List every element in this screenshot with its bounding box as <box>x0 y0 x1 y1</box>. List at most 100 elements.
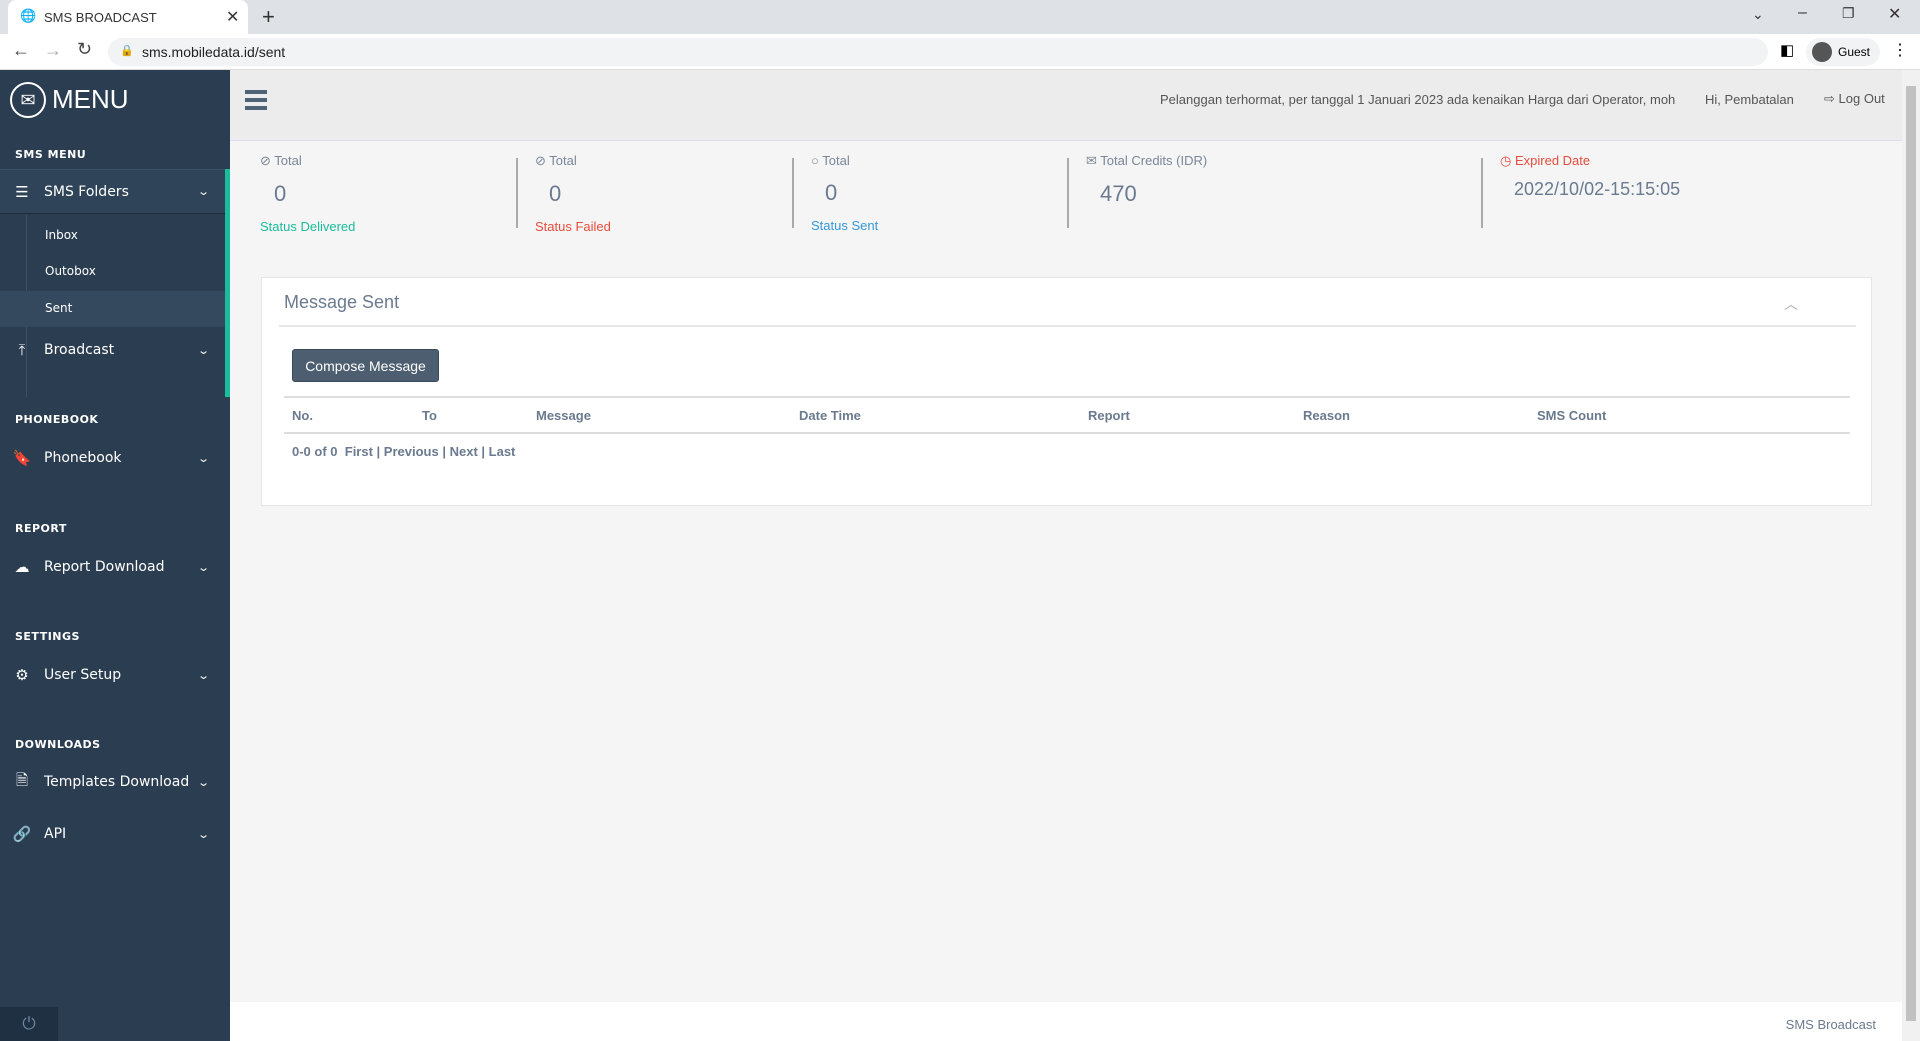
sidebar-item-templates-download[interactable]: 🗎 Templates Download ⌄ <box>0 762 230 802</box>
browser-tab[interactable]: 🌐 SMS BROADCAST ✕ <box>8 0 248 34</box>
footer: SMS Broadcast <box>230 1002 1902 1041</box>
section-downloads: DOWNLOADS <box>15 738 101 751</box>
submenu-inbox[interactable]: Inbox <box>45 228 78 242</box>
section-settings: SETTINGS <box>15 630 80 643</box>
stat-delivered: ⊘ Total 0 Status Delivered <box>260 153 355 234</box>
label: Phonebook <box>44 450 122 466</box>
envelope-icon: ✉ <box>1086 153 1097 168</box>
logout-link[interactable]: ⇨ Log Out <box>1824 91 1885 107</box>
stat-label: Total <box>549 153 577 168</box>
messages-table: No. To Message Date Time Report Reason S… <box>284 396 1850 434</box>
gears-icon: ⚙ <box>15 666 29 684</box>
user-greeting[interactable]: Hi, Pembatalan <box>1705 92 1794 107</box>
tab-search-icon[interactable]: ⌄ <box>1752 6 1764 23</box>
pagination-range: 0-0 of 0 <box>292 444 338 459</box>
sidebar-item-phonebook[interactable]: 🔖 Phonebook ⌄ <box>0 438 230 478</box>
tab-title: SMS BROADCAST <box>44 10 157 25</box>
label: Broadcast <box>44 342 115 358</box>
label: User Setup <box>44 667 122 683</box>
col-date-time[interactable]: Date Time <box>799 397 1088 433</box>
col-to[interactable]: To <box>422 397 536 433</box>
chevron-down-icon: ⌄ <box>196 827 210 841</box>
stat-value: 0 <box>825 180 838 205</box>
side-panel-icon[interactable]: ◧ <box>1780 41 1794 59</box>
envelope-icon: ✉ <box>10 82 46 118</box>
close-tab-icon[interactable]: ✕ <box>226 7 239 27</box>
scrollbar-thumb[interactable] <box>1906 86 1916 1021</box>
profile-name: Guest <box>1838 45 1871 59</box>
compose-message-button[interactable]: Compose Message <box>292 349 439 382</box>
sidebar-item-broadcast[interactable]: ⤒ Broadcast ⌄ <box>0 330 230 370</box>
circle-icon: ○ <box>811 153 819 168</box>
divider <box>792 158 794 228</box>
last-page-link[interactable]: Last <box>489 444 516 459</box>
col-reason[interactable]: Reason <box>1303 397 1537 433</box>
col-sms-count[interactable]: SMS Count <box>1537 397 1850 433</box>
chevron-down-icon: ⌄ <box>196 775 210 789</box>
col-message[interactable]: Message <box>536 397 799 433</box>
stat-label: Expired Date <box>1514 153 1591 168</box>
close-window-button[interactable]: ✕ <box>1888 4 1901 24</box>
forward-icon[interactable]: → <box>44 40 62 61</box>
sidebar-item-sms-folders[interactable]: ☰ SMS Folders ⌄ <box>0 169 230 214</box>
power-button[interactable]: ⏻ <box>0 1007 58 1041</box>
address-bar-row: ← → ↻ 🔒 sms.mobiledata.id/sent ◧ Guest ⋮ <box>0 34 1920 70</box>
label: API <box>44 826 67 842</box>
browser-menu-icon[interactable]: ⋮ <box>1892 40 1908 60</box>
col-report[interactable]: Report <box>1088 397 1303 433</box>
col-no[interactable]: No. <box>284 397 422 433</box>
divider <box>279 325 1856 327</box>
top-navbar: Pelanggan terhormat, per tanggal 1 Janua… <box>230 70 1902 141</box>
next-page-link[interactable]: Next <box>450 444 478 459</box>
reload-icon[interactable]: ↻ <box>77 39 92 60</box>
footer-text: SMS Broadcast <box>1785 1017 1876 1032</box>
profile-button[interactable]: Guest <box>1806 38 1880 66</box>
pagination: 0-0 of 0 First | Previous | Next | Last <box>292 444 516 459</box>
stat-sent: ○ Total 0 Status Sent <box>811 153 878 233</box>
label: Report Download <box>44 559 165 575</box>
logout-label: Log Out <box>1838 91 1885 106</box>
stat-value: 0 <box>274 181 287 206</box>
previous-page-link[interactable]: Previous <box>384 444 439 459</box>
lock-icon: 🔒 <box>120 45 134 57</box>
hamburger-menu-button[interactable] <box>245 90 267 110</box>
url-field[interactable]: 🔒 sms.mobiledata.id/sent <box>108 38 1768 66</box>
first-page-link[interactable]: First <box>345 444 373 459</box>
section-report: REPORT <box>15 522 67 535</box>
stat-value: 2022/10/02-15:15:05 <box>1514 179 1681 199</box>
message-sent-panel: Message Sent ︿ Compose Message No. To Me… <box>261 277 1872 506</box>
restore-button[interactable]: ❐ <box>1842 5 1855 22</box>
ban-icon: ⊘ <box>535 153 546 168</box>
file-icon: 🗎 <box>15 770 29 789</box>
submenu-outbox[interactable]: Outobox <box>45 264 96 278</box>
back-icon[interactable]: ← <box>12 40 30 61</box>
stat-value: 470 <box>1100 181 1137 206</box>
submenu-sent[interactable]: Sent <box>45 301 72 315</box>
cloud-download-icon: ☁ <box>14 558 30 576</box>
new-tab-button[interactable]: + <box>262 4 275 30</box>
check-circle-icon: ⊘ <box>260 153 271 168</box>
sidebar-item-user-setup[interactable]: ⚙ User Setup ⌄ <box>0 655 230 695</box>
stat-status: Status Delivered <box>260 219 356 234</box>
sidebar-title: MENU <box>52 84 129 114</box>
stat-status: Status Failed <box>535 219 611 234</box>
upload-icon: ⤒ <box>18 341 26 359</box>
minimize-button[interactable]: – <box>1798 4 1807 22</box>
section-sms-menu: SMS MENU <box>15 148 87 161</box>
stat-failed: ⊘ Total 0 Status Failed <box>535 153 611 234</box>
chevron-down-icon: ⌄ <box>196 451 210 465</box>
stat-expired: ◷ Expired Date 2022/10/02-15:15:05 <box>1500 153 1680 200</box>
globe-icon: 🌐 <box>20 8 37 23</box>
sidebar-item-api[interactable]: 🔗 API ⌄ <box>0 814 230 854</box>
notice-marquee: Pelanggan terhormat, per tanggal 1 Janua… <box>1160 92 1676 107</box>
scrollbar[interactable] <box>1902 70 1920 1041</box>
sidebar-item-report-download[interactable]: ☁ Report Download ⌄ <box>0 547 230 587</box>
table-header-row: No. To Message Date Time Report Reason S… <box>284 397 1850 433</box>
stat-credits: ✉ Total Credits (IDR) 470 <box>1086 153 1207 207</box>
divider <box>1481 158 1483 228</box>
label: SMS Folders <box>44 183 129 200</box>
collapse-chevron-icon[interactable]: ︿ <box>1784 294 1798 314</box>
chevron-down-icon: ⌄ <box>196 185 210 198</box>
chevron-down-icon: ⌄ <box>196 668 210 682</box>
stat-label: Total <box>274 153 302 168</box>
